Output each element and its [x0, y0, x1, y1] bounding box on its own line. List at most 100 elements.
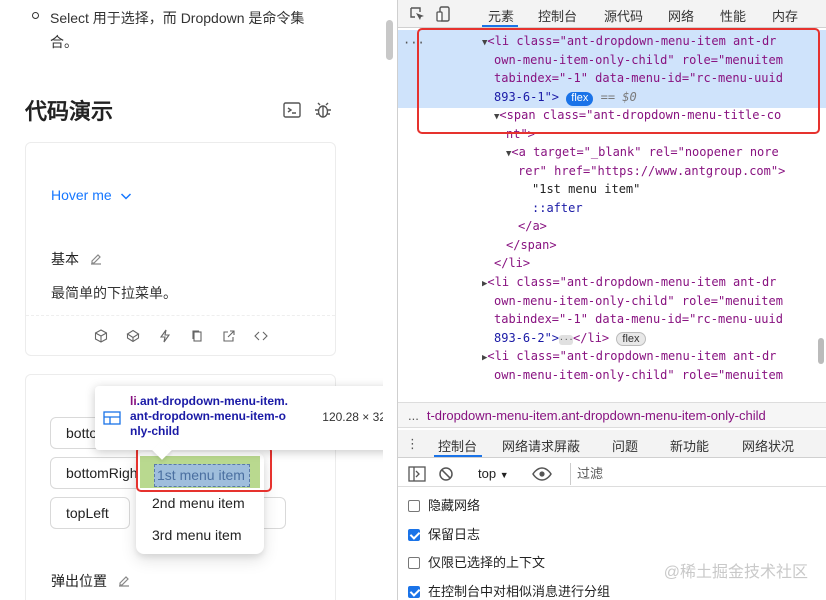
code-expand-icon[interactable]: [252, 327, 270, 345]
tab-console[interactable]: 控制台: [538, 6, 577, 25]
placement-section-title: 弹出位置: [51, 571, 131, 591]
collapsed-children[interactable]: ···: [559, 335, 573, 345]
hover-me-label: Hover me: [51, 187, 112, 203]
dom-line: </li>: [494, 256, 531, 270]
dom-pseudo: ::after: [532, 201, 583, 215]
caret-down-icon: ▼: [499, 470, 509, 480]
codepen-icon[interactable]: [124, 327, 142, 345]
checkbox[interactable]: [408, 500, 420, 512]
option-label: 在控制台中对相似消息进行分组: [428, 584, 611, 599]
dom-line[interactable]: ▼<a target="_blank" rel="noopener nore: [506, 143, 779, 164]
breadcrumb-current[interactable]: t-dropdown-menu-item.ant-dropdown-menu-i…: [427, 408, 766, 423]
elements-scrollbar[interactable]: [818, 338, 824, 364]
inspect-element-icon[interactable]: [408, 5, 426, 26]
tab-performance[interactable]: 性能: [720, 6, 746, 25]
tab-memory[interactable]: 内存: [772, 6, 798, 25]
bug-icon[interactable]: [313, 100, 333, 120]
dom-line: rer" href="https://www.antgroup.com">: [518, 164, 786, 178]
clear-console-icon[interactable]: [438, 466, 454, 485]
drawer-active-indicator: [434, 455, 482, 457]
demo-title: 基本: [51, 249, 103, 269]
demo-title-text: 基本: [51, 251, 79, 267]
option-group-similar[interactable]: 在控制台中对相似消息进行分组: [408, 581, 610, 600]
drawer-tabbar: ⋮ 控制台 网络请求屏蔽 问题 新功能 网络状况: [398, 430, 826, 458]
tooltip-tag: li: [130, 394, 137, 408]
code-actions: [92, 327, 270, 345]
breadcrumb-overflow[interactable]: ...: [408, 408, 419, 423]
option-label: 仅限已选择的上下文: [428, 555, 546, 570]
tab-sources[interactable]: 源代码: [604, 6, 643, 25]
sidebar-toggle-icon[interactable]: [408, 466, 426, 485]
elements-tree: ··· ▼<li class="ant-dropdown-menu-item a…: [398, 28, 826, 388]
checkbox[interactable]: [408, 557, 420, 569]
option-label: 隐藏网络: [428, 498, 481, 513]
drawer-tab-issues[interactable]: 问题: [612, 436, 638, 455]
drawer-tab-console[interactable]: 控制台: [438, 436, 477, 455]
console-toolbar: top ▼ 过滤: [398, 461, 826, 487]
drawer-tab-network-conditions[interactable]: 网络状况: [742, 436, 794, 455]
codesandbox-icon[interactable]: [92, 327, 110, 345]
edit-icon[interactable]: [89, 252, 103, 266]
tooltip-class-1: .ant-dropdown-menu-item.: [136, 394, 288, 408]
section-title: 代码演示: [25, 99, 114, 124]
grid-layout-icon: [103, 411, 121, 428]
live-expression-eye-icon[interactable]: [532, 466, 552, 485]
chevron-down-icon: [120, 193, 131, 200]
tab-elements[interactable]: 元素: [488, 6, 514, 25]
active-tab-indicator: [482, 25, 518, 27]
dom-line: 893-6-2">···</li> flex: [494, 329, 646, 348]
edit-icon[interactable]: [117, 574, 131, 588]
dom-line: tabindex="-1" data-menu-id="rc-menu-uuid: [494, 312, 783, 326]
bullet-text: Select 用于选择，而 Dropdown 是命令集 合。: [50, 6, 340, 54]
button-bottom-right[interactable]: bottomRight: [50, 457, 146, 489]
docs-pane: Select 用于选择，而 Dropdown 是命令集 合。 代码演示 Hove…: [0, 0, 383, 600]
dom-line[interactable]: ▶<li class="ant-dropdown-menu-item ant-d…: [482, 273, 776, 294]
dom-line[interactable]: ▶<li class="ant-dropdown-menu-item ant-d…: [482, 347, 776, 368]
demo-card-basic: Hover me 基本 最简单的下拉菜单。: [25, 142, 336, 356]
open-external-icon[interactable]: [220, 327, 238, 345]
tooltip-class-3: nly-child: [130, 424, 180, 438]
devtools-tabbar: 元素 控制台 源代码 网络 性能 内存: [398, 0, 826, 28]
annotation-box-li-node: [417, 28, 820, 134]
option-label: 保留日志: [428, 527, 481, 542]
console-filter-input[interactable]: 过滤: [570, 463, 825, 485]
docs-scrollbar[interactable]: [386, 20, 393, 60]
divider: [26, 315, 335, 316]
menu-item-3[interactable]: 3rd menu item: [152, 527, 241, 543]
bullet-line-2: 合。: [50, 34, 78, 50]
checkbox-checked[interactable]: [408, 586, 420, 598]
context-selector[interactable]: top ▼: [478, 466, 509, 481]
device-toolbar-icon[interactable]: [436, 5, 454, 26]
thunder-icon[interactable]: [156, 327, 174, 345]
inspector-tooltip: li.ant-dropdown-menu-item. ant-dropdown-…: [95, 386, 383, 460]
tooltip-element-name: li.ant-dropdown-menu-item. ant-dropdown-…: [130, 394, 310, 439]
terminal-icon[interactable]: [282, 100, 302, 120]
option-selected-context-only[interactable]: 仅限已选择的上下文: [408, 552, 545, 571]
flex-badge[interactable]: flex: [616, 332, 646, 346]
bullet-dot: [32, 12, 39, 19]
checkbox-checked[interactable]: [408, 529, 420, 541]
button-top-left[interactable]: topLeft: [50, 497, 130, 529]
dom-line: own-menu-item-only-child" role="menuitem: [494, 368, 783, 382]
tooltip-size: 120.28 × 32: [322, 410, 383, 424]
drawer-menu-icon[interactable]: ⋮: [406, 436, 419, 452]
copy-icon[interactable]: [188, 327, 206, 345]
tooltip-class-2: ant-dropdown-menu-item-o: [130, 409, 286, 423]
dom-line: </a>: [518, 219, 547, 233]
tab-network[interactable]: 网络: [668, 6, 694, 25]
placement-title-text: 弹出位置: [51, 573, 107, 589]
dom-text-node: "1st menu item": [532, 182, 641, 196]
dom-line: own-menu-item-only-child" role="menuitem: [494, 294, 783, 308]
demo-description: 最简单的下拉菜单。: [51, 285, 177, 301]
devtools-panel: 元素 控制台 源代码 网络 性能 内存 ··· ▼<li class="ant-…: [397, 0, 826, 600]
bullet-line-1: Select 用于选择，而 Dropdown 是命令集: [50, 10, 305, 26]
drawer-tab-request-blocking[interactable]: 网络请求屏蔽: [502, 436, 580, 455]
option-hide-network[interactable]: 隐藏网络: [408, 495, 480, 514]
drawer-tab-whats-new[interactable]: 新功能: [670, 436, 709, 455]
dom-line: </span>: [506, 238, 557, 252]
breadcrumb[interactable]: ... t-dropdown-menu-item.ant-dropdown-men…: [398, 402, 826, 428]
menu-item-2[interactable]: 2nd menu item: [152, 495, 245, 511]
hover-me-trigger[interactable]: Hover me: [51, 187, 132, 203]
watermark: @稀土掘金技术社区: [663, 564, 808, 581]
option-preserve-log[interactable]: 保留日志: [408, 524, 480, 543]
